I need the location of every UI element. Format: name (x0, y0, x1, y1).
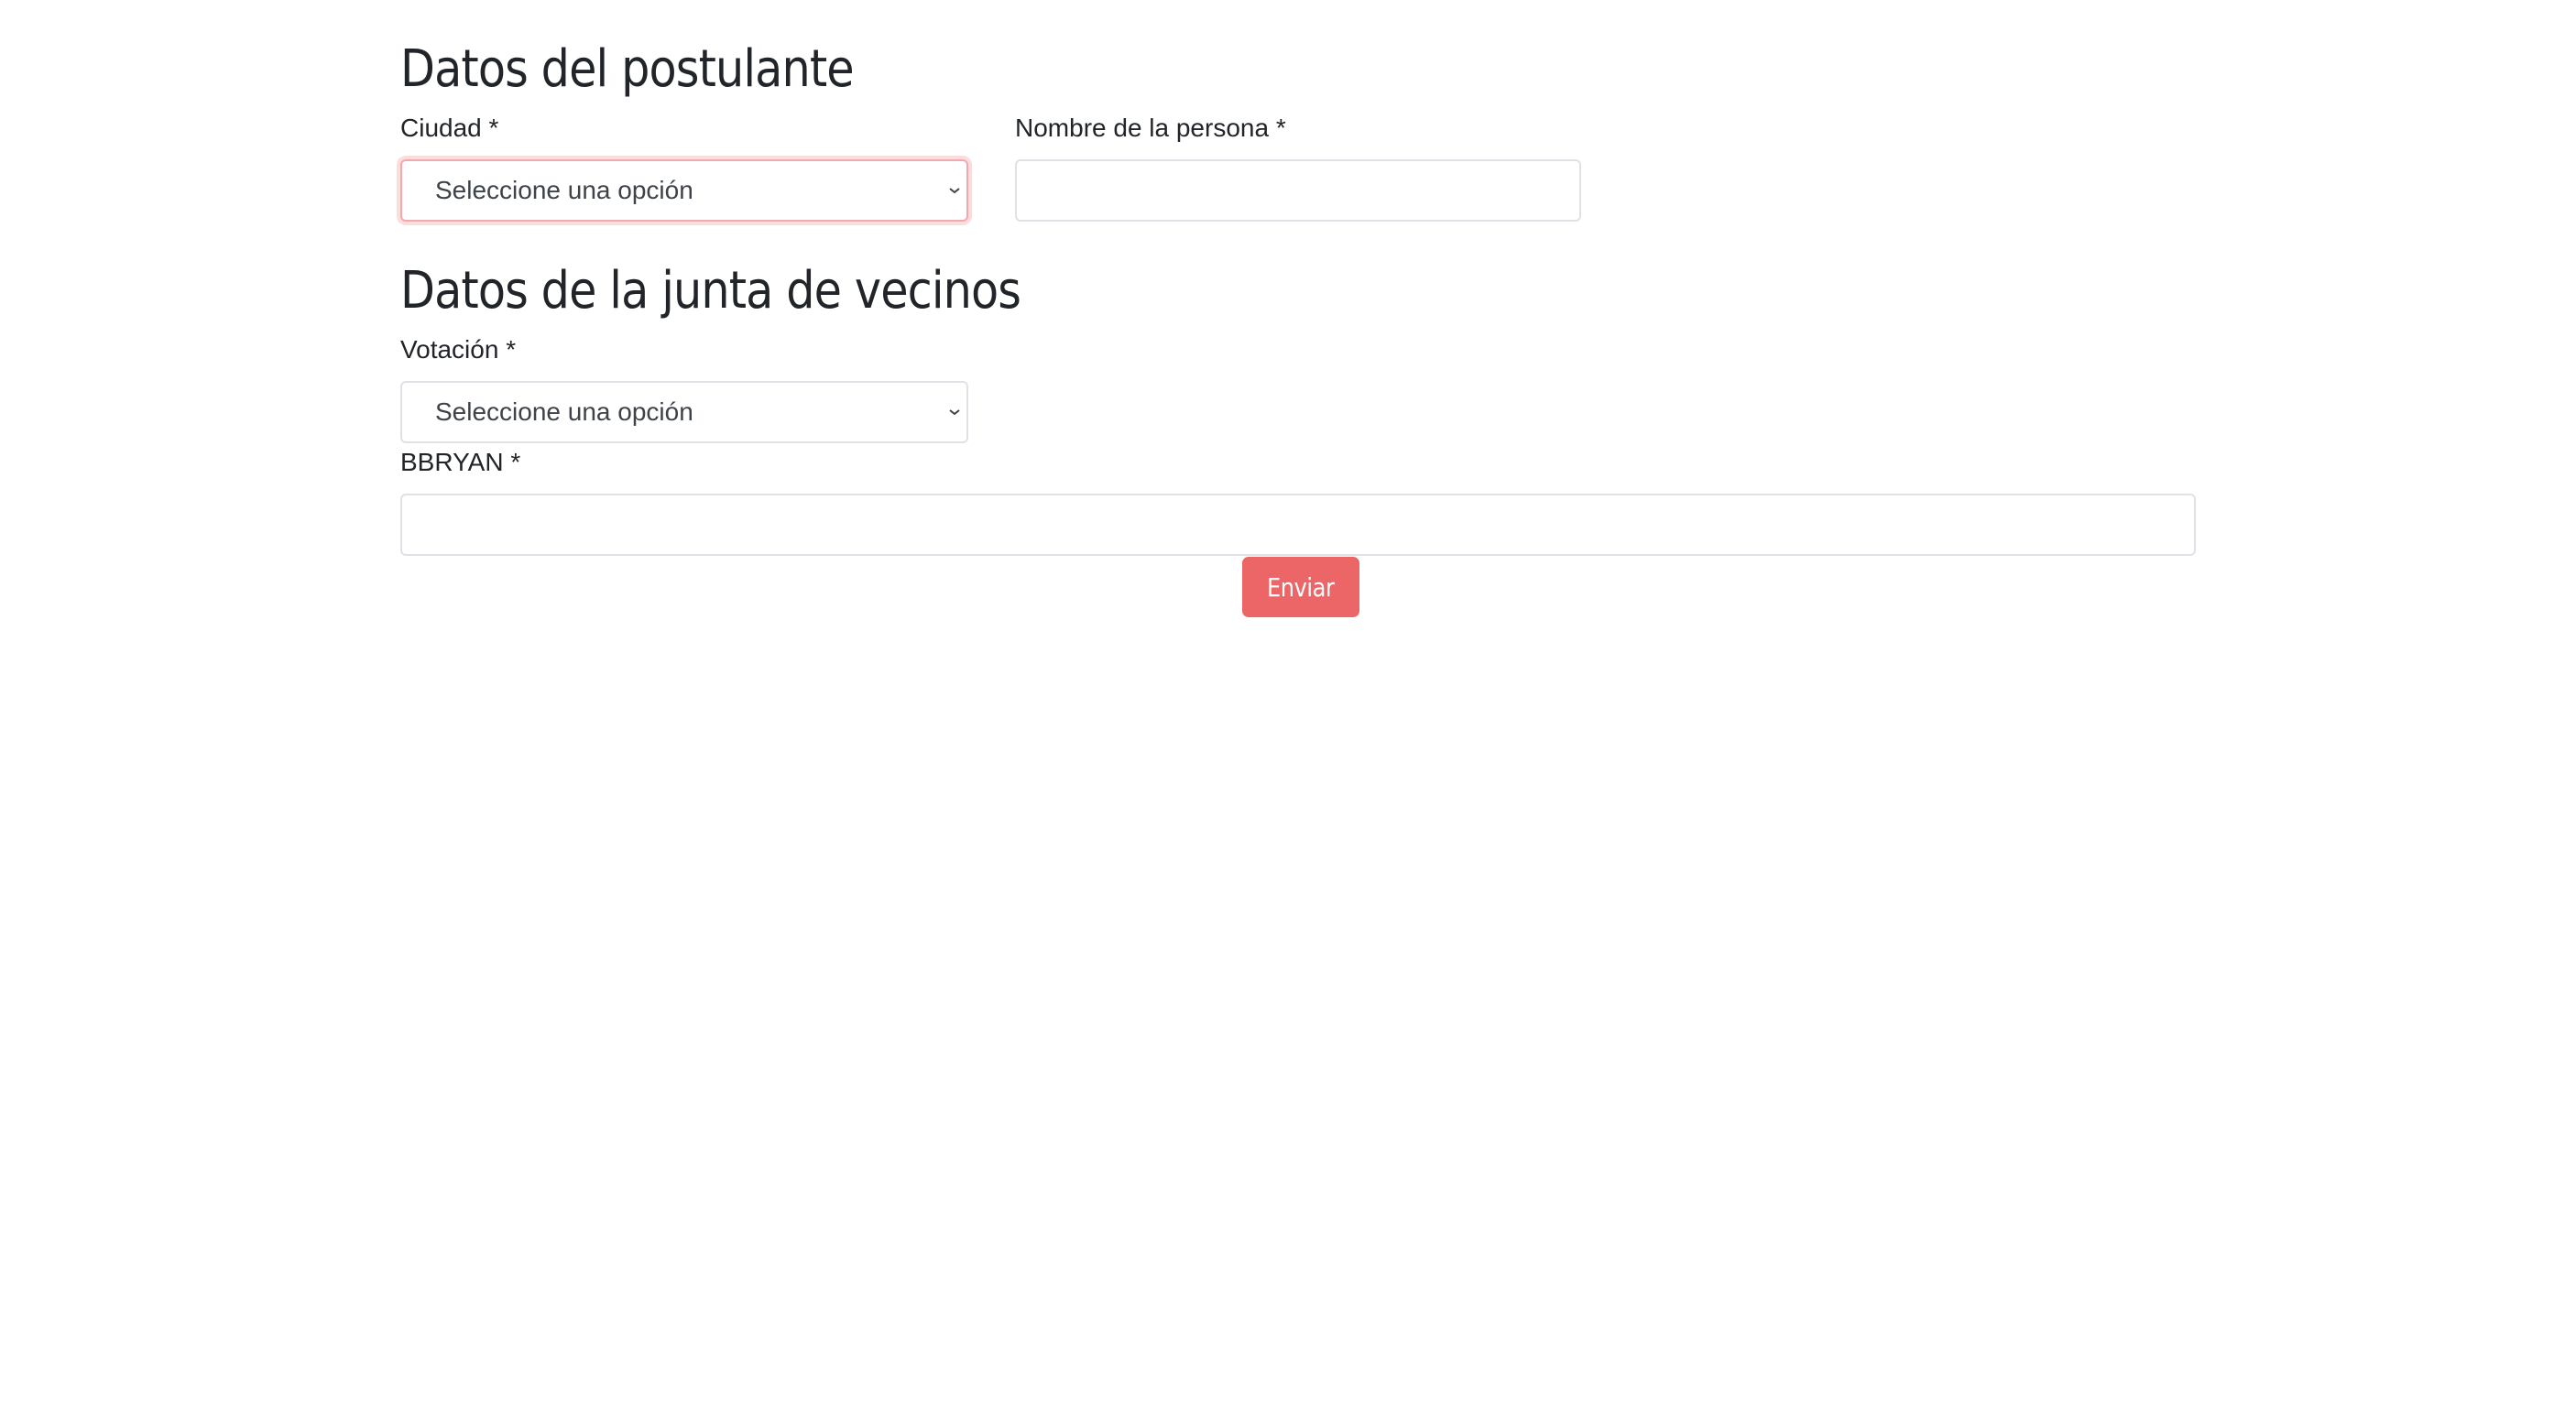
submit-button-label: Enviar (1267, 571, 1335, 603)
person-name-label: Nombre de la persona * (1015, 114, 1286, 142)
bbryan-label: BBRYAN * (400, 448, 521, 476)
bbryan-input[interactable] (400, 494, 2196, 556)
chevron-down-icon (949, 409, 960, 416)
submit-button[interactable]: Enviar (1242, 557, 1359, 617)
section-title-applicant: Datos del postulante (400, 39, 855, 99)
vote-select[interactable]: Seleccione una opción (400, 381, 968, 443)
city-label: Ciudad * (400, 114, 499, 142)
vote-label: Votación * (400, 335, 517, 364)
city-select-value: Seleccione una opción (435, 176, 693, 204)
vote-select-value: Seleccione una opción (435, 397, 693, 426)
chevron-down-icon (949, 188, 960, 194)
person-name-input[interactable] (1015, 159, 1581, 222)
city-select[interactable]: Seleccione una opción (400, 159, 968, 222)
section-title-neighborhood: Datos de la junta de vecinos (400, 261, 1021, 321)
